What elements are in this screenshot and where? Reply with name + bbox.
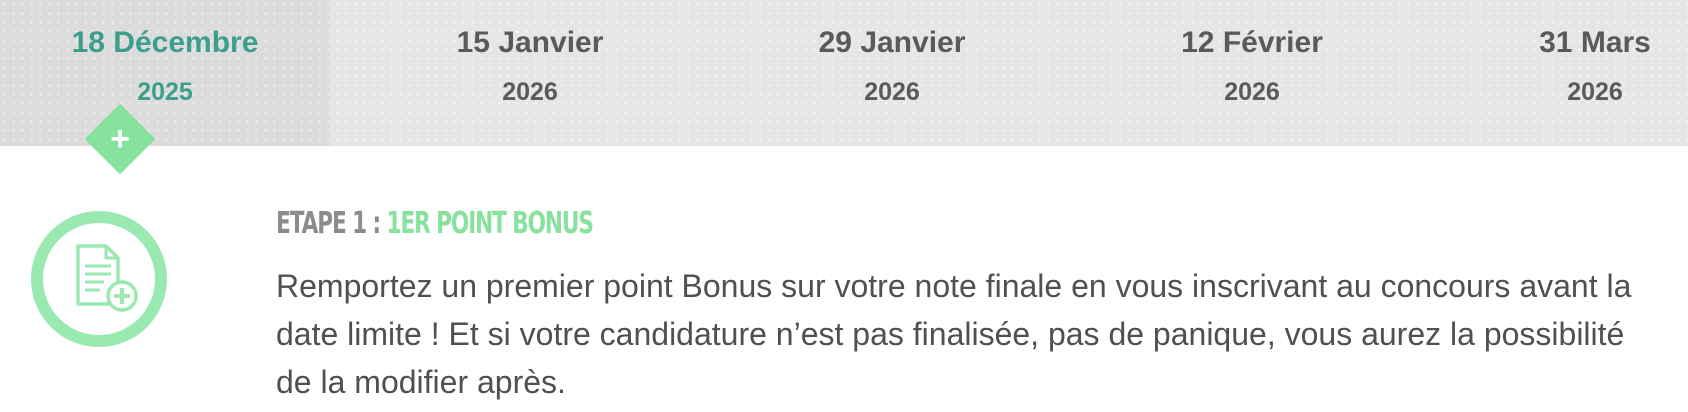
timeline-date-day: 15 Janvier [456,26,604,59]
step-description: Remportez un premier point Bonus sur vot… [276,268,1632,400]
document-plus-icon [30,210,168,348]
timeline-date-item[interactable]: 29 Janvier 2026 [742,0,1042,146]
step-title-name: 1ER POINT BONUS [386,206,594,241]
timeline-date-year: 2025 [137,78,193,106]
timeline-date-year: 2026 [1567,78,1623,106]
timeline-date-day: 29 Janvier [818,26,966,59]
step-title: ETAPE 1 : 1ER POINT BONUS [276,206,594,241]
timeline-date-year: 2026 [502,78,558,106]
timeline-date-day: 31 Mars [1539,26,1651,59]
timeline-date-item[interactable]: 12 Février 2026 [1102,0,1402,146]
step-title-prefix: ETAPE 1 : [276,206,387,241]
timeline-date-item[interactable]: 31 Mars 2026 [1445,0,1688,146]
timeline-date-day: 18 Décembre [71,26,259,59]
timeline-date-item[interactable]: 15 Janvier 2026 [380,0,680,146]
plus-icon: + [110,120,130,158]
timeline-date-year: 2026 [864,78,920,106]
timeline-date-day: 12 Février [1181,26,1323,59]
timeline-bar: 18 Décembre 2025 15 Janvier 2026 29 Janv… [0,0,1688,146]
timeline-date-year: 2026 [1224,78,1280,106]
timeline-date-item[interactable]: 18 Décembre 2025 [0,0,330,146]
deadline-page: 18 Décembre 2025 15 Janvier 2026 29 Janv… [0,0,1688,412]
